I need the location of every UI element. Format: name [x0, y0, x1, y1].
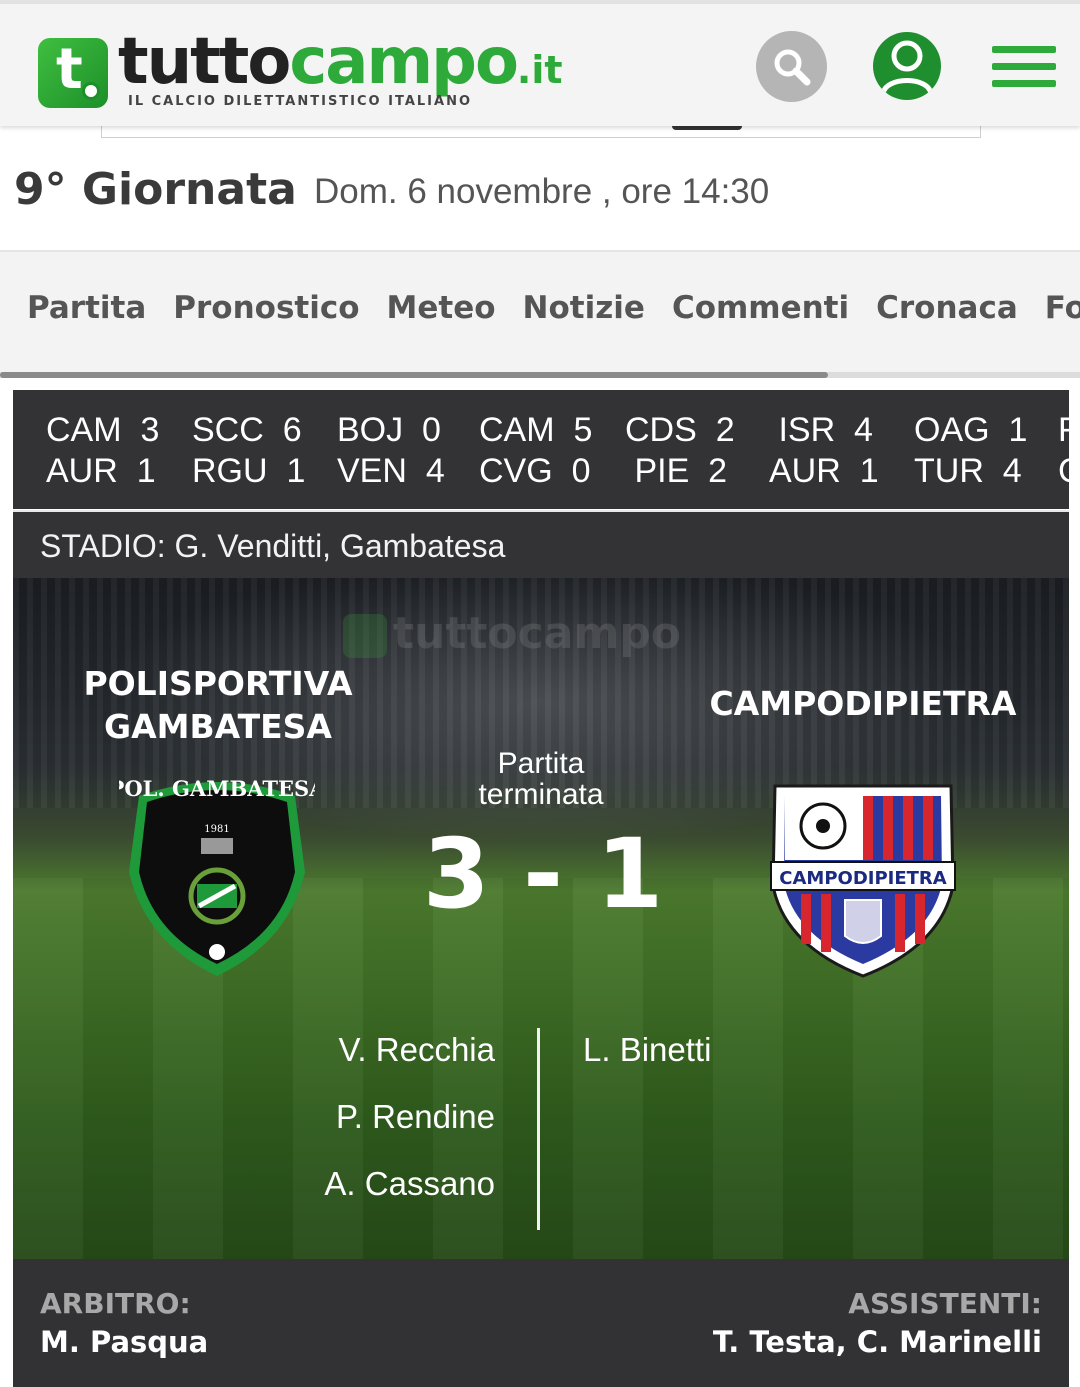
logo-letter: t: [56, 37, 83, 102]
ticker-item[interactable]: OAG 1 TUR 4: [914, 410, 1027, 492]
stadium-bar: STADIO: G. Venditti, Gambatesa: [13, 510, 1069, 578]
assistants-names: T. Testa, C. Marinelli: [712, 1325, 1042, 1359]
scorers-divider: [537, 1028, 540, 1230]
referee-label: ARBITRO:: [40, 1287, 191, 1320]
away-team-name[interactable]: CAMPODIPIETRA: [693, 684, 1033, 723]
home-scorers: V. Recchia P. Rendine A. Cassano: [263, 1026, 495, 1227]
ticker-item[interactable]: CAM 3 AUR 1: [46, 410, 159, 492]
watermark-logo: tuttocampo: [343, 608, 681, 659]
hamburger-menu-icon[interactable]: [992, 44, 1056, 90]
stadium-name: STADIO: G. Venditti, Gambatesa: [40, 528, 506, 564]
tab-commenti[interactable]: Commenti: [672, 290, 849, 326]
tab-formazioni[interactable]: Form: [1045, 290, 1080, 326]
ticker-item[interactable]: CAM 5 CVG 0: [479, 410, 592, 492]
away-scorer[interactable]: L. Binetti: [583, 1026, 883, 1093]
crest-text: POL. GAMBATESA: [119, 776, 315, 801]
site-header: t tuttocampo.it IL CALCIO DILETTANTISTIC…: [0, 0, 1080, 126]
match-status: Partita terminata: [478, 747, 604, 811]
crest-text: CAMPODIPIETRA: [779, 868, 947, 889]
assistants-label: ASSISTENTI:: [848, 1287, 1042, 1320]
ticker-item[interactable]: ISR 4 AUR 1: [769, 410, 879, 492]
home-scorer[interactable]: A. Cassano: [263, 1160, 495, 1227]
ticker-item[interactable]: SCC 6 RGU 1: [192, 410, 305, 492]
tab-cronaca[interactable]: Cronaca: [876, 290, 1018, 326]
page: t tuttocampo.it IL CALCIO DILETTANTISTIC…: [0, 0, 1080, 1387]
crest-year: 1981: [204, 824, 229, 835]
tab-pronostico[interactable]: Pronostico: [173, 290, 359, 326]
logo-icon[interactable]: t: [38, 38, 108, 108]
ticker-item[interactable]: BOJ 0 VEN 4: [337, 410, 445, 492]
final-score: 3 - 1: [422, 818, 664, 930]
tab-meteo[interactable]: Meteo: [387, 290, 496, 326]
ad-banner[interactable]: [101, 126, 981, 138]
ball-icon: [82, 82, 100, 100]
logo-name: tutto: [118, 25, 291, 99]
user-button[interactable]: [873, 32, 941, 100]
logo-tagline: IL CALCIO DILETTANTISTICO ITALIANO: [128, 94, 473, 109]
away-team-crest[interactable]: CAMPODIPIETRA: [761, 776, 965, 980]
search-icon: [774, 49, 811, 86]
logo-brand: campo: [289, 25, 519, 99]
search-button[interactable]: [756, 31, 827, 102]
home-scorer[interactable]: P. Rendine: [263, 1093, 495, 1160]
scores-ticker[interactable]: CAM 3 AUR 1 SCC 6 RGU 1 BOJ 0 VEN 4 CAM …: [13, 390, 1069, 509]
home-scorer[interactable]: V. Recchia: [263, 1026, 495, 1093]
home-team-crest[interactable]: POL. GAMBATESA 1981: [119, 772, 315, 978]
tab-scrollbar-thumb[interactable]: [0, 372, 828, 378]
tab-partita[interactable]: Partita: [27, 290, 146, 326]
match-scoreboard: tuttocampo POLISPORTIVA GAMBATESA CAMPODI…: [13, 578, 1069, 1259]
round-title: 9° Giornata: [14, 164, 297, 215]
away-scorers: L. Binetti: [583, 1026, 883, 1093]
ticker-item[interactable]: CDS 2 PIE 2: [625, 410, 735, 492]
user-icon: [880, 40, 934, 95]
ticker-item[interactable]: F C: [1058, 410, 1069, 492]
tab-notizie[interactable]: Notizie: [523, 290, 645, 326]
home-team-name[interactable]: POLISPORTIVA GAMBATESA: [43, 662, 393, 748]
tab-bar: Partita Pronostico Meteo Notizie Comment…: [0, 250, 1080, 378]
officials-bar: ARBITRO: M. Pasqua ASSISTENTI: T. Testa,…: [13, 1259, 1069, 1387]
logo-suffix: .it: [516, 48, 563, 92]
match-date: Dom. 6 novembre , ore 14:30: [314, 172, 770, 211]
referee-name: M. Pasqua: [40, 1325, 209, 1359]
